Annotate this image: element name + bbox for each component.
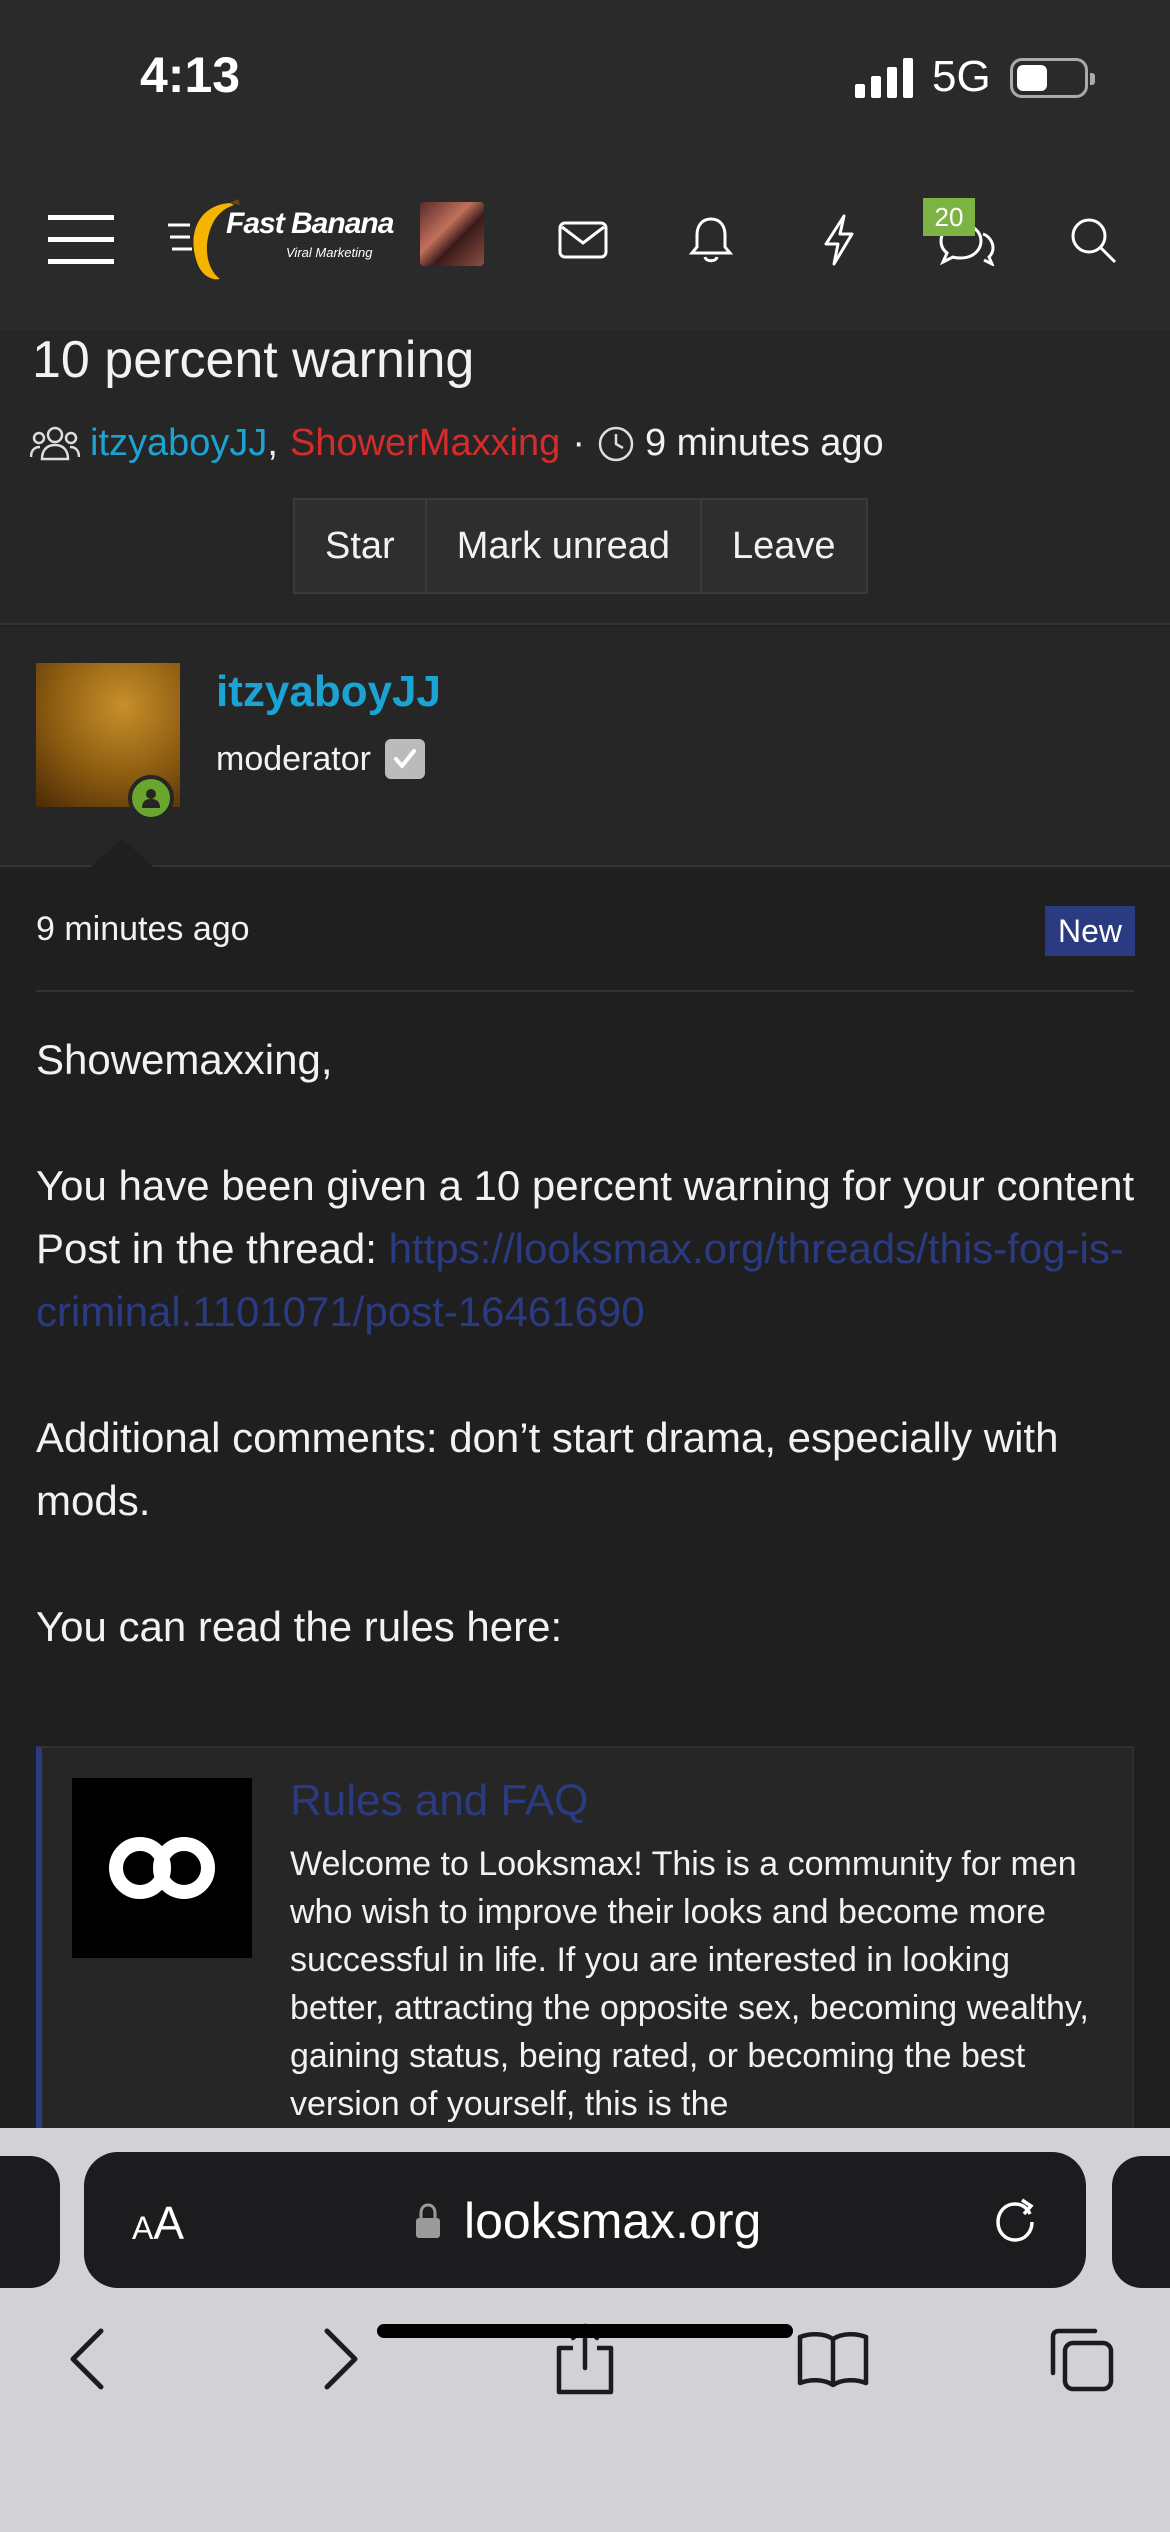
message-text: Showemaxxing, You have been given a 10 p… (36, 1028, 1146, 1658)
tabs-icon[interactable] (1036, 2314, 1126, 2404)
greeting-line: Showemaxxing, (36, 1036, 333, 1083)
bell-icon[interactable] (676, 205, 746, 275)
author-role-label: moderator (216, 739, 371, 778)
bookmarks-icon[interactable] (788, 2314, 878, 2404)
lock-icon (416, 2203, 440, 2238)
conversation-title: 10 percent warning (32, 331, 475, 389)
previous-tab-peek[interactable] (0, 2156, 60, 2288)
conversation-time: 9 minutes ago (644, 422, 884, 464)
participant-separator: , (267, 422, 278, 464)
comments-line: Additional comments: don’t start drama, … (36, 1414, 1059, 1524)
logo-name: Fast Banana (226, 207, 394, 240)
participants-row: itzyaboyJJ , ShowerMaxxing · 9 minutes a… (30, 422, 884, 465)
site-logo[interactable]: Fast Banana Viral Marketing (168, 195, 394, 285)
battery-icon (1010, 58, 1095, 98)
conversation-header: 10 percent warning itzyaboyJJ , ShowerMa… (0, 330, 1170, 625)
signal-icon (855, 58, 913, 98)
link-preview-title[interactable]: Rules and FAQ (290, 1776, 588, 1826)
warning-line: You have been given a 10 percent warning… (36, 1162, 1135, 1209)
author-role: moderator (216, 739, 425, 779)
message-time[interactable]: 9 minutes ago (36, 910, 250, 949)
text-size-large-label: A (153, 2197, 185, 2249)
meta-dot: · (572, 422, 585, 464)
reload-icon[interactable] (992, 2196, 1040, 2246)
star-button[interactable]: Star (295, 500, 427, 592)
link-preview-card[interactable]: Rules and FAQ Welcome to Looksmax! This … (36, 1746, 1134, 2146)
network-label: 5G (932, 52, 991, 101)
user-avatar[interactable] (420, 202, 484, 266)
link-preview-description: Welcome to Looksmax! This is a community… (290, 1845, 1089, 2123)
mark-unread-button[interactable]: Mark unread (426, 500, 703, 592)
home-indicator[interactable] (377, 2324, 793, 2338)
text-size-button[interactable]: AA (132, 2196, 184, 2250)
post-label: Post in the thread: (36, 1225, 389, 1272)
leave-button[interactable]: Leave (702, 500, 866, 592)
participant-link-2[interactable]: ShowerMaxxing (290, 422, 560, 465)
author-name[interactable]: itzyaboyJJ (216, 667, 441, 717)
url-text: looksmax.org (464, 2193, 762, 2249)
message-author: itzyaboyJJ moderator (0, 627, 1170, 867)
status-bar: 4:13 5G (0, 0, 1170, 150)
address-bar[interactable]: AA looksmax.org (84, 2152, 1086, 2288)
site-header: Fast Banana Viral Marketing 20 (0, 150, 1170, 330)
url-display[interactable]: looksmax.org (414, 2192, 761, 2250)
conversations-count-badge: 20 (923, 198, 975, 236)
users-icon (30, 426, 80, 460)
conversation-actions: Star Mark unread Leave (293, 498, 868, 594)
new-badge: New (1045, 906, 1135, 956)
next-tab-peek[interactable] (1112, 2156, 1170, 2288)
message-pointer (90, 838, 154, 868)
mail-icon[interactable] (548, 205, 618, 275)
status-time: 4:13 (140, 47, 241, 103)
forward-icon[interactable] (296, 2314, 386, 2404)
menu-icon[interactable] (46, 205, 116, 275)
message-body-container: 9 minutes ago New Showemaxxing, You have… (0, 868, 1170, 2146)
online-status-icon (128, 775, 174, 821)
participant-link-1[interactable]: itzyaboyJJ (90, 422, 267, 465)
verified-check-icon (384, 739, 425, 779)
back-icon[interactable] (42, 2314, 132, 2404)
divider (36, 990, 1134, 992)
post-line: Post in the thread: https://looksmax.org… (36, 1217, 1146, 1343)
lightning-icon[interactable] (804, 205, 874, 275)
search-icon[interactable] (1058, 205, 1128, 275)
clock-icon (598, 426, 634, 461)
text-size-small-label: A (132, 2210, 154, 2246)
rules-intro-line: You can read the rules here: (36, 1603, 563, 1650)
logo-tagline: Viral Marketing (286, 245, 373, 260)
looksmax-logo-icon (72, 1778, 252, 1958)
